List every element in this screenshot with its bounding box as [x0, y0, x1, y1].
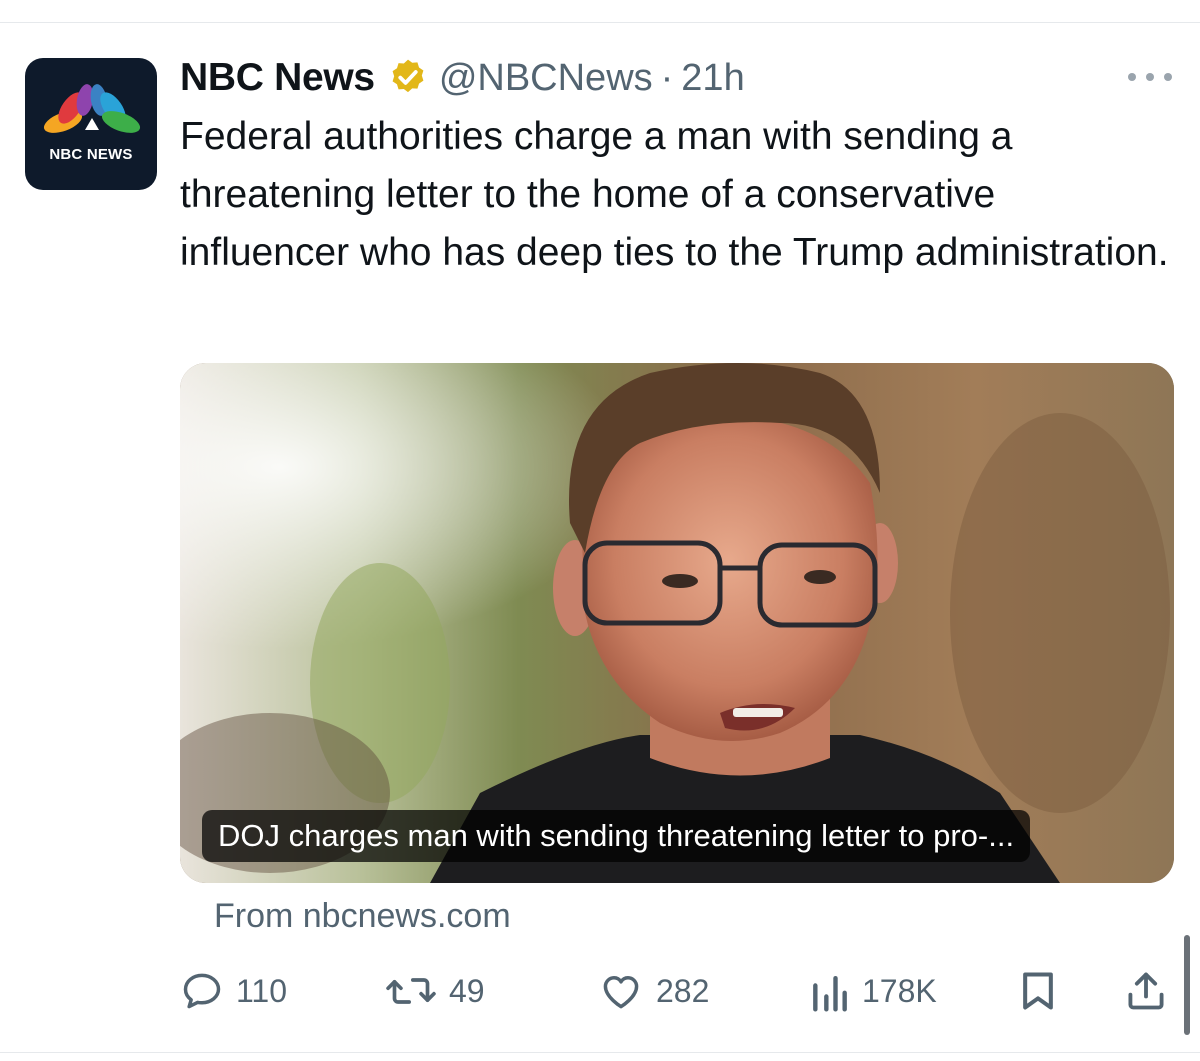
bookmark-button[interactable]: [1018, 960, 1058, 1022]
tweet-text: Federal authorities charge a man with se…: [180, 115, 1169, 274]
view-count: 178K: [862, 972, 937, 1009]
card-title[interactable]: DOJ charges man with sending threatening…: [202, 810, 1031, 862]
repost-count: 49: [449, 972, 485, 1009]
like-count: 282: [656, 972, 710, 1009]
card-source[interactable]: From nbcnews.com: [214, 897, 511, 936]
more-icon[interactable]: [1128, 66, 1172, 88]
reply-button[interactable]: 110: [180, 960, 287, 1022]
avatar-label: NBC NEWS: [49, 146, 133, 163]
bottom-divider: [0, 1052, 1200, 1053]
views-icon: [813, 975, 847, 1012]
avatar[interactable]: NBC NEWS: [25, 58, 157, 190]
share-button[interactable]: [1124, 960, 1168, 1022]
nbc-peacock-logo: [43, 84, 141, 133]
like-button[interactable]: 282: [598, 960, 709, 1022]
views-button[interactable]: 178K: [810, 960, 937, 1022]
heart-icon: [603, 976, 639, 1009]
card-photo: [180, 363, 1174, 883]
timestamp[interactable]: 21h: [681, 57, 744, 100]
repost-button[interactable]: 49: [385, 960, 485, 1022]
bookmark-icon: [1023, 972, 1053, 1010]
author-handle[interactable]: @NBCNews: [439, 57, 653, 100]
repost-icon: [386, 978, 436, 1004]
author-name[interactable]: NBC News: [180, 56, 375, 100]
share-icon: [1128, 972, 1164, 1010]
top-divider: [0, 22, 1200, 23]
verified-badge-icon: [392, 59, 424, 93]
separator-dot: ·: [660, 56, 674, 99]
reply-count: 110: [236, 972, 288, 1009]
scrollbar[interactable]: [1184, 935, 1190, 1035]
reply-icon: [183, 973, 221, 1009]
tweet-header: NBC News @NBCNews · 21h: [180, 52, 745, 104]
link-card[interactable]: DOJ charges man with sending threatening…: [180, 363, 1174, 883]
action-bar: 110 49 282 178K: [0, 960, 1200, 1022]
